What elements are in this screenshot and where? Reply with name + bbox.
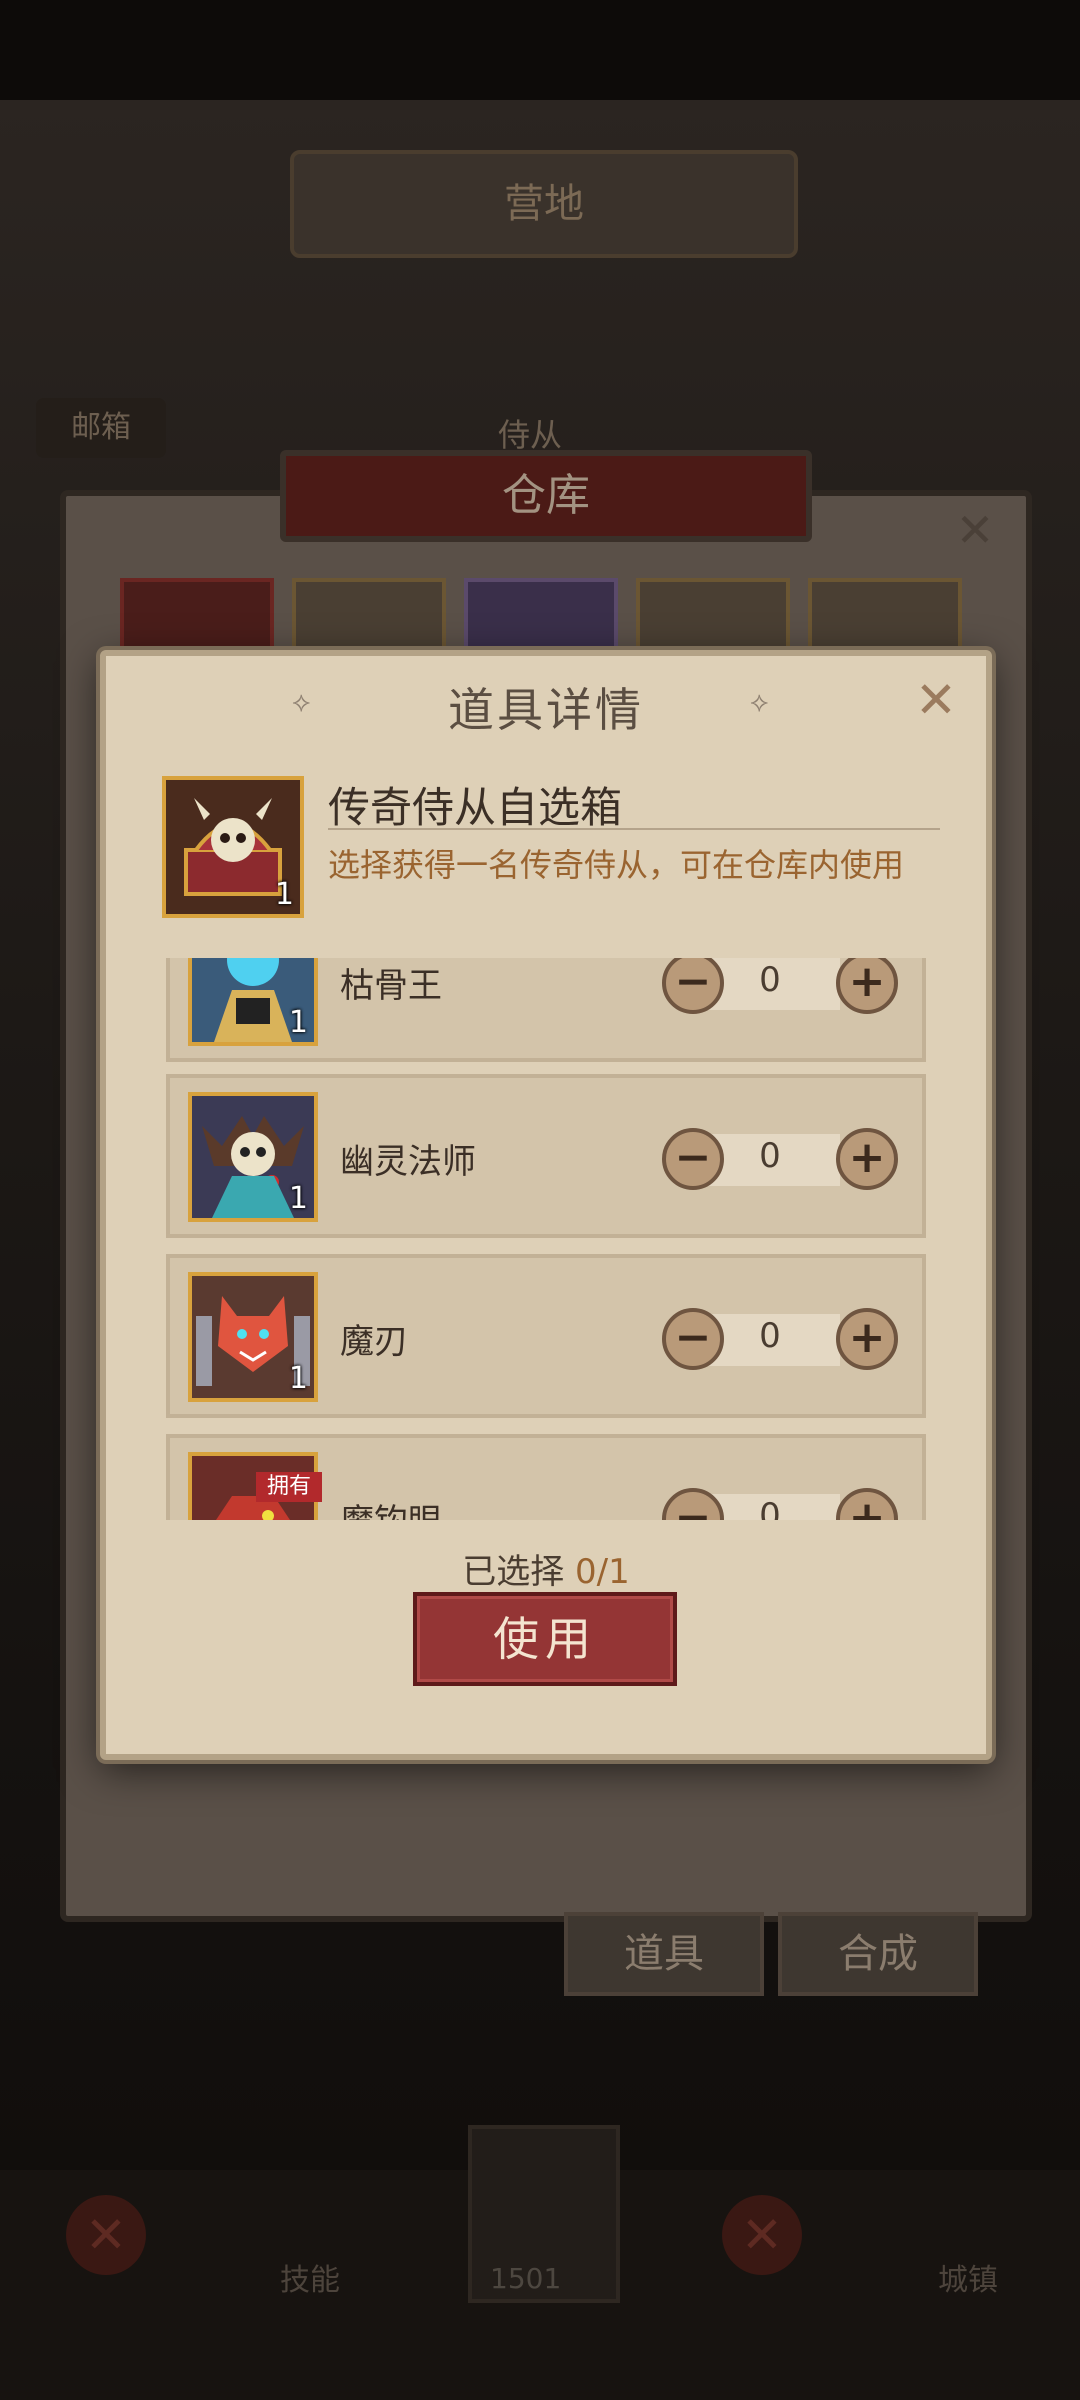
- quantity-value: 0: [759, 1496, 781, 1520]
- skeleton-king-icon: 1: [188, 958, 318, 1046]
- use-button[interactable]: 使用: [413, 1592, 677, 1686]
- mailbox-button[interactable]: 邮箱: [36, 398, 166, 458]
- divider: [328, 828, 940, 830]
- quantity-badge: 1: [288, 1181, 308, 1216]
- quantity-badge: 1: [288, 1005, 308, 1040]
- plus-button[interactable]: +: [836, 1128, 898, 1190]
- ornament-icon: ⟡: [750, 685, 769, 718]
- tab-items[interactable]: 道具: [564, 1912, 764, 1996]
- companion-name: 幽灵法师: [340, 1142, 476, 1182]
- selected-count: 0/1: [575, 1552, 630, 1592]
- nav-close-icon[interactable]: ✕: [722, 2195, 802, 2275]
- tab-synthesis[interactable]: 合成: [778, 1912, 978, 1996]
- gem-count: 1501: [490, 2262, 562, 2295]
- modal-header: ⟡ 道具详情 ⟡ ✕: [106, 656, 986, 746]
- featured-item-name: 传奇侍从自选箱: [328, 783, 623, 832]
- quantity-badge: 1: [288, 1361, 308, 1396]
- companion-name: 魔钩眼: [340, 1494, 442, 1520]
- plus-button[interactable]: +: [836, 1488, 898, 1520]
- modal-title: 道具详情: [448, 683, 644, 737]
- nav-close-icon[interactable]: ✕: [66, 2195, 146, 2275]
- nav-skills[interactable]: 技能: [280, 2255, 340, 2299]
- owned-badge: 拥有: [256, 1472, 322, 1502]
- demon-eye-icon: 拥有: [188, 1452, 322, 1520]
- list-item: 1 枯骨王 − 0 +: [166, 958, 926, 1062]
- list-item: 1 魔刃 − 0 +: [166, 1254, 926, 1418]
- ghost-mage-icon: 1: [188, 1092, 318, 1222]
- warehouse-close-icon[interactable]: ✕: [950, 505, 1000, 555]
- quantity-value: 0: [759, 1136, 781, 1176]
- quantity-badge: 1: [274, 877, 294, 912]
- featured-item-description: 选择获得一名传奇侍从，可在仓库内使用: [328, 846, 905, 884]
- quantity-value: 0: [759, 960, 781, 1000]
- selection-status: 已选择 0/1: [106, 1544, 986, 1593]
- skull-chest-icon: 1: [162, 776, 304, 918]
- plus-button[interactable]: +: [836, 958, 898, 1014]
- close-icon[interactable]: ✕: [914, 675, 958, 725]
- companion-name: 魔刃: [340, 1322, 408, 1362]
- selected-label: 已选择: [462, 1552, 565, 1592]
- quantity-value: 0: [759, 1316, 781, 1356]
- list-item: 1 幽灵法师 − 0 +: [166, 1074, 926, 1238]
- list-item: 拥有 魔钩眼 − 0 +: [166, 1434, 926, 1520]
- demon-blade-icon: 1: [188, 1272, 318, 1402]
- companion-name: 枯骨王: [340, 966, 442, 1006]
- companion-list[interactable]: 1 枯骨王 − 0 + 1 幽灵法师 − 0 + 1 魔刃 − 0 + 拥有 −…: [166, 958, 926, 1520]
- warehouse-title: 仓库: [280, 450, 812, 542]
- item-detail-modal: ⟡ 道具详情 ⟡ ✕ 1 传奇侍从自选箱 选择获得一名传奇侍从，可在仓库内使用: [100, 650, 992, 1760]
- nav-town[interactable]: 城镇: [938, 2255, 998, 2299]
- plus-button[interactable]: +: [836, 1308, 898, 1370]
- camp-title: 营地: [290, 150, 798, 258]
